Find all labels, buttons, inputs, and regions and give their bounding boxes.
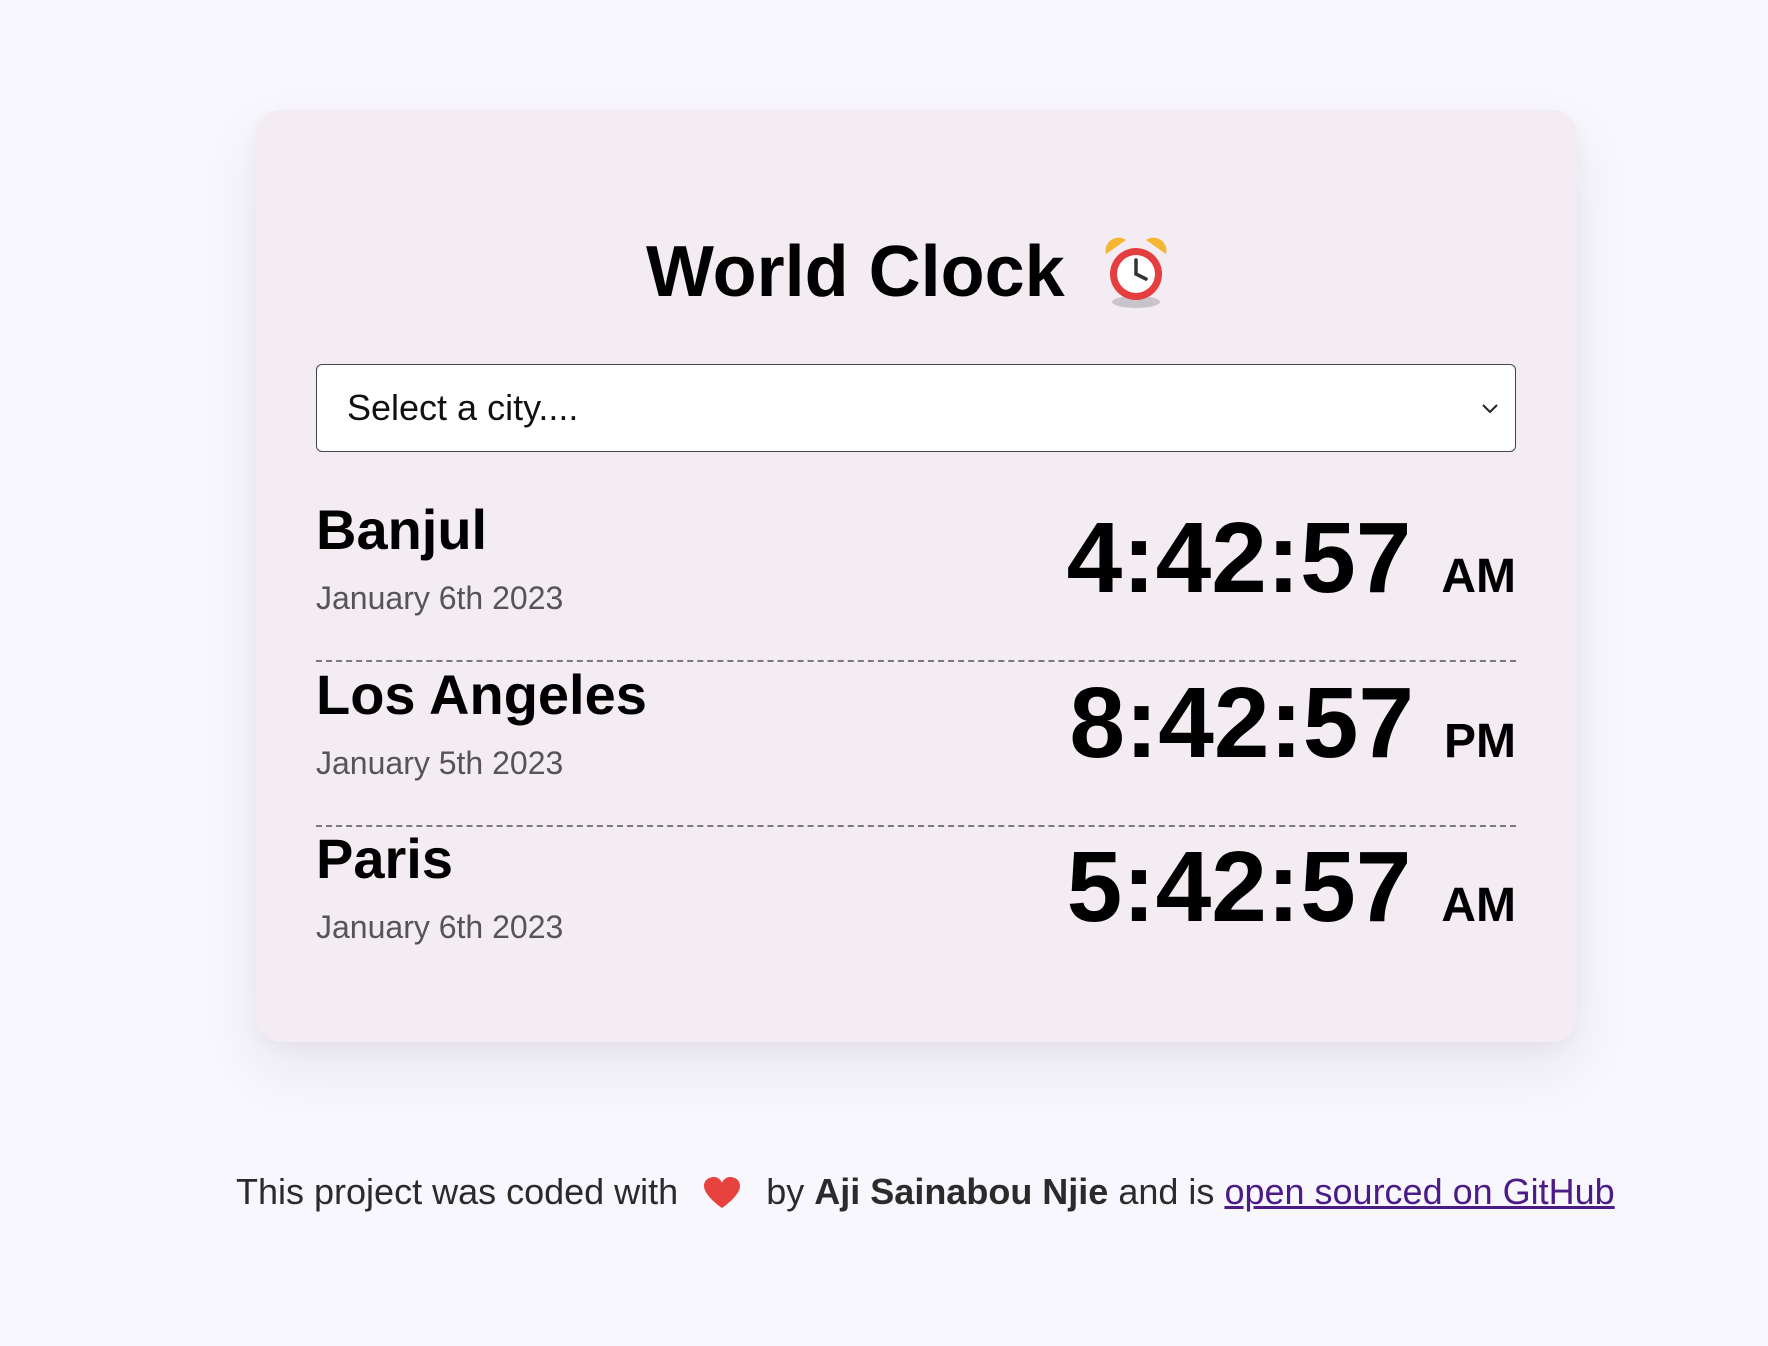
footer-prefix: This project was coded with: [236, 1171, 679, 1212]
page-title: World Clock: [646, 232, 1065, 312]
city-name: Los Angeles: [316, 663, 647, 726]
time-ampm: PM: [1444, 715, 1516, 768]
city-date: January 5th 2023: [316, 745, 564, 781]
time-digits: 5:42:57: [1066, 831, 1412, 943]
github-link[interactable]: open sourced on GitHub: [1224, 1171, 1614, 1212]
footer: This project was coded with by Aji Saina…: [0, 1170, 1768, 1214]
city-name: Banjul: [316, 498, 488, 561]
time-ampm: AM: [1441, 550, 1516, 603]
time-digits: 4:42:57: [1066, 502, 1412, 614]
city-row-los-angeles: Los Angeles January 5th 2023 8:42:57 PM: [316, 663, 1516, 827]
time-ampm: AM: [1441, 879, 1516, 932]
heart-icon: [702, 1176, 742, 1210]
footer-author: Aji Sainabou Njie: [814, 1171, 1109, 1212]
chevron-down-icon: [1479, 397, 1501, 419]
city-name: Paris: [316, 827, 453, 890]
footer-by: by: [766, 1171, 805, 1212]
city-time: 8:42:57 PM: [1069, 663, 1516, 783]
city-row-banjul: Banjul January 6th 2023 4:42:57 AM: [316, 498, 1516, 662]
alarm-clock-icon: [1100, 232, 1172, 310]
city-date: January 6th 2023: [316, 909, 564, 945]
city-date: January 6th 2023: [316, 580, 564, 616]
city-time: 4:42:57 AM: [1067, 498, 1516, 618]
time-digits: 8:42:57: [1069, 667, 1414, 779]
footer-middle: and is: [1118, 1171, 1215, 1212]
city-time: 5:42:57 AM: [1067, 827, 1516, 947]
city-row-paris: Paris January 6th 2023 5:42:57 AM: [316, 827, 1516, 991]
city-select-placeholder: Select a city....: [347, 387, 579, 428]
city-select[interactable]: Select a city....: [316, 364, 1516, 452]
